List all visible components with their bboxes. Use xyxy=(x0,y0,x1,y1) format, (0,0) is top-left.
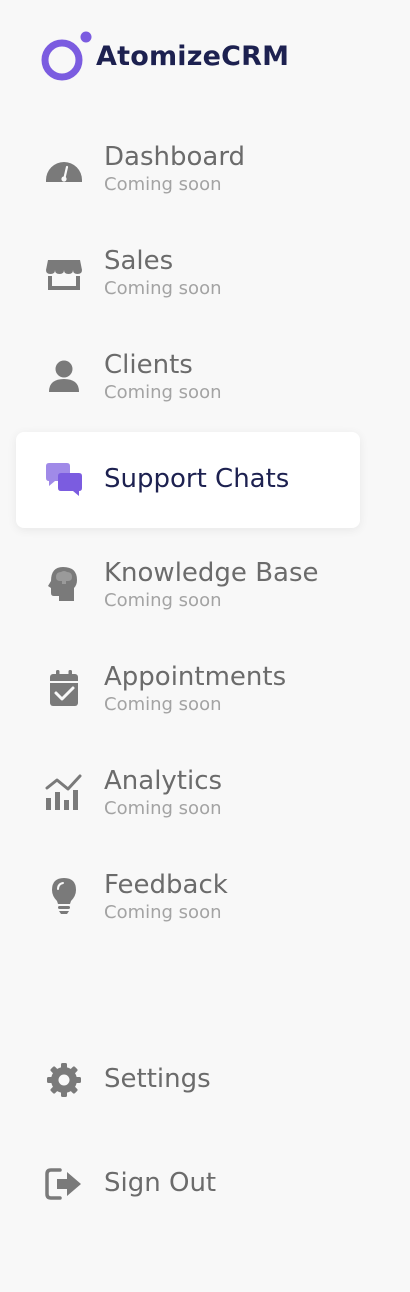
lightbulb-icon xyxy=(44,876,84,916)
coming-soon-text: Coming soon xyxy=(104,798,222,819)
coming-soon-text: Coming soon xyxy=(104,382,222,403)
gear-icon xyxy=(44,1060,84,1100)
gauge-icon xyxy=(44,148,84,188)
sidebar-item-label: Clients xyxy=(104,350,193,380)
chat-bubbles-icon xyxy=(44,460,84,500)
sidebar-item-label: Sales xyxy=(104,246,174,276)
sidebar-item-label: Support Chats xyxy=(104,464,290,494)
sidebar-item-label: Feedback xyxy=(104,870,228,900)
sidebar-item-appointments[interactable]: Appointments Coming soon xyxy=(16,642,360,738)
sidebar-item-dashboard[interactable]: Dashboard Coming soon xyxy=(16,122,360,218)
sidebar-item-knowledge-base[interactable]: Knowledge Base Coming soon xyxy=(16,538,360,634)
coming-soon-text: Coming soon xyxy=(104,902,222,923)
user-icon xyxy=(44,356,84,396)
bar-chart-icon xyxy=(44,772,84,812)
sidebar-item-label: Knowledge Base xyxy=(104,558,319,588)
sidebar-item-label: Sign Out xyxy=(104,1168,217,1198)
sidebar-item-clients[interactable]: Clients Coming soon xyxy=(16,330,360,426)
coming-soon-text: Coming soon xyxy=(104,590,222,611)
sidebar-item-label: Dashboard xyxy=(104,142,246,172)
calendar-check-icon xyxy=(44,668,84,708)
coming-soon-text: Coming soon xyxy=(104,278,222,299)
sidebar-item-sign-out[interactable]: Sign Out xyxy=(16,1136,360,1232)
coming-soon-text: Coming soon xyxy=(104,694,222,715)
sidebar-item-label: Analytics xyxy=(104,766,223,796)
sidebar-item-analytics[interactable]: Analytics Coming soon xyxy=(16,746,360,842)
sign-out-icon xyxy=(44,1164,84,1204)
brand-name: AtomizeCRM xyxy=(96,40,290,72)
sidebar-item-support-chats[interactable]: Support Chats xyxy=(16,432,360,528)
sidebar-item-settings[interactable]: Settings xyxy=(16,1032,360,1128)
sidebar-item-sales[interactable]: Sales Coming soon xyxy=(16,226,360,322)
atomize-logo-icon xyxy=(40,30,92,82)
sidebar-item-feedback[interactable]: Feedback Coming soon xyxy=(16,850,360,946)
app-logo[interactable]: AtomizeCRM xyxy=(40,30,289,82)
brain-head-icon xyxy=(44,564,84,604)
coming-soon-text: Coming soon xyxy=(104,174,222,195)
sidebar-item-label: Appointments xyxy=(104,662,287,692)
storefront-icon xyxy=(44,252,84,292)
sidebar-item-label: Settings xyxy=(104,1064,211,1094)
